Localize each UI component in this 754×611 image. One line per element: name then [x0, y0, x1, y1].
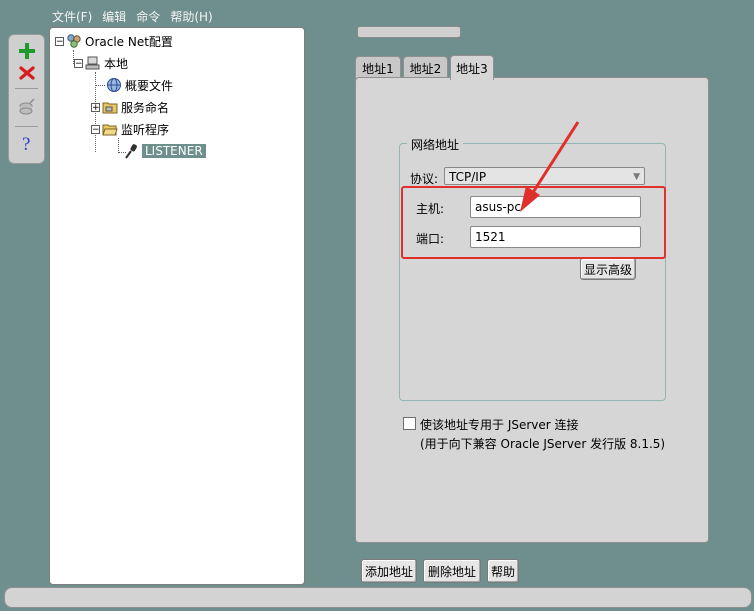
- tree-label-listeners: 监听程序: [121, 122, 170, 137]
- tree-label-listener: LISTENER: [142, 144, 206, 158]
- red-arrow-icon: [520, 121, 580, 212]
- protocol-label: 协议:: [410, 172, 439, 186]
- tree-item-listener[interactable]: LISTENER: [123, 142, 206, 160]
- tree-connector: [118, 138, 119, 153]
- delete-address-label: 删除地址: [427, 564, 476, 579]
- tab-label: 地址1: [362, 61, 394, 76]
- tab-address1[interactable]: 地址1: [355, 56, 401, 79]
- group-title: 网络地址: [407, 136, 464, 153]
- toolbar-separator: [15, 126, 38, 127]
- help-bottom-label: 帮助: [490, 564, 515, 579]
- location-dropdown-stub[interactable]: [357, 26, 461, 38]
- tree-label-service-naming: 服务命名: [121, 100, 170, 115]
- help-button[interactable]: ?: [13, 132, 40, 154]
- jserver-note: (用于向下兼容 Oracle JServer 发行版 8.1.5): [420, 437, 666, 451]
- tree-item-listeners[interactable]: − 监听程序: [91, 120, 169, 138]
- test-button[interactable]: [13, 95, 40, 117]
- show-advanced-button[interactable]: 显示高级: [580, 258, 636, 280]
- add-button[interactable]: [13, 40, 40, 62]
- protocol-value: TCP/IP: [449, 170, 487, 184]
- computer-icon: [85, 56, 100, 70]
- svg-text:?: ?: [22, 134, 30, 153]
- green-plus-icon: [18, 43, 35, 59]
- open-folder-icon: [102, 124, 118, 136]
- jserver-checkbox-label: 使该地址专用于 JServer 连接: [420, 418, 579, 432]
- menu-bar: 文件(F) 编辑 命令 帮助(H): [52, 8, 213, 26]
- collapse-toggle[interactable]: −: [74, 58, 83, 68]
- tree-item-profile[interactable]: 概要文件: [106, 76, 173, 94]
- tab-address2[interactable]: 地址2: [403, 56, 448, 79]
- network-icon: [67, 34, 81, 48]
- show-advanced-label: 显示高级: [583, 262, 632, 277]
- delete-button[interactable]: [13, 62, 40, 84]
- add-address-label: 添加地址: [364, 564, 413, 579]
- tab-label: 地址3: [456, 61, 488, 76]
- navigator-tree: − Oracle Net配置 − 本地 概要文件 + 服务命名 − 监听程序 L…: [49, 27, 305, 585]
- tree-label-root: Oracle Net配置: [85, 34, 173, 49]
- status-bar: [4, 587, 752, 608]
- menu-edit[interactable]: 编辑: [102, 8, 126, 26]
- collapse-toggle[interactable]: −: [91, 124, 100, 134]
- chevron-down-icon: ▼: [633, 172, 640, 182]
- tree-item-root[interactable]: − Oracle Net配置: [55, 32, 173, 50]
- jserver-checkbox[interactable]: [403, 417, 416, 430]
- delete-address-button[interactable]: 删除地址: [423, 559, 481, 583]
- tree-item-service-naming[interactable]: + 服务命名: [91, 98, 169, 116]
- tree-connector: [95, 85, 105, 86]
- collapse-toggle[interactable]: −: [55, 36, 64, 46]
- tree-label-local: 本地: [104, 56, 129, 71]
- help-bottom-button[interactable]: 帮助: [487, 559, 519, 583]
- folder-icon: [102, 102, 118, 114]
- question-icon: ?: [22, 134, 30, 153]
- test-service-icon: [19, 98, 35, 115]
- menu-file[interactable]: 文件(F): [52, 8, 92, 26]
- add-address-button[interactable]: 添加地址: [361, 559, 417, 583]
- red-x-icon: [18, 66, 35, 80]
- menu-help[interactable]: 帮助(H): [170, 8, 212, 26]
- tab-label: 地址2: [409, 61, 442, 76]
- globe-icon: [107, 78, 121, 92]
- microphone-icon: [125, 144, 137, 159]
- tree-item-local[interactable]: − 本地: [74, 54, 128, 72]
- menu-command[interactable]: 命令: [136, 8, 160, 26]
- toolbar-separator: [15, 88, 38, 89]
- tab-address3[interactable]: 地址3: [450, 55, 494, 80]
- left-toolbar: ?: [8, 34, 45, 164]
- expand-toggle[interactable]: +: [91, 102, 100, 112]
- tree-label-profile: 概要文件: [125, 78, 174, 93]
